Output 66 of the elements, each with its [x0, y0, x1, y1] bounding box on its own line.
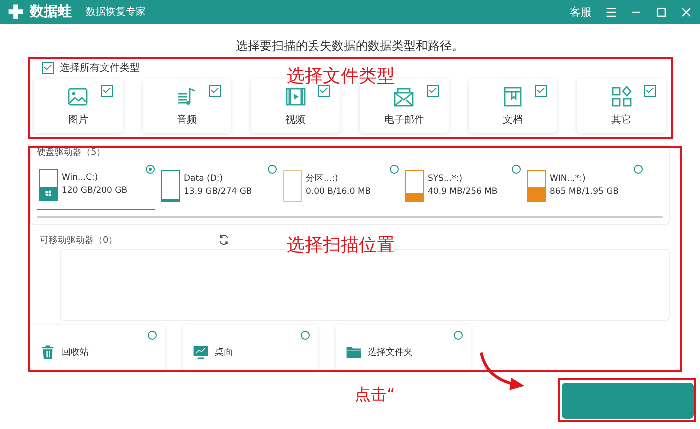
drive-usage: 40.9 MB/256 MB [428, 186, 498, 198]
drive-item[interactable]: Win...C:) 120 GB/200 GB [37, 163, 155, 210]
location-label: 桌面 [215, 346, 233, 358]
file-type-card[interactable]: 文档 [468, 79, 558, 133]
section-title: 硬盘驱动器（5） [37, 147, 107, 159]
location-label: 回收站 [62, 346, 89, 358]
cross-logo-icon [8, 4, 24, 20]
drive-name: Win...C:) [62, 172, 100, 185]
radio-button[interactable] [146, 165, 155, 174]
checkbox[interactable] [426, 85, 439, 97]
app-subtitle: 数据恢复专家 [86, 6, 146, 19]
drive-usage: 13.9 GB/274 GB [184, 186, 252, 198]
radio-button[interactable] [454, 331, 463, 340]
drive-name: SYS...*:) [428, 172, 464, 186]
file-type-label: 文档 [502, 114, 523, 127]
location-card[interactable]: 选择文件夹 [336, 325, 471, 371]
checkbox[interactable] [209, 85, 222, 97]
file-type-card[interactable]: 音频 [142, 79, 232, 133]
annotation-text: 选择文件类型 [287, 65, 395, 88]
radio-button[interactable] [634, 165, 643, 174]
radio-button[interactable] [512, 165, 521, 174]
file-type-label: 视频 [286, 114, 306, 127]
file-type-label: 音频 [176, 114, 197, 127]
folder-icon [346, 344, 362, 360]
trash-icon [40, 344, 56, 360]
drive-item[interactable]: SYS...*:) 40.9 MB/256 MB [403, 163, 521, 210]
file-type-card[interactable]: 其它 [577, 79, 666, 133]
close-icon[interactable] [681, 6, 692, 18]
drive-name: 分区...:) [306, 172, 340, 186]
scrollbar[interactable] [37, 216, 663, 218]
menu-icon[interactable] [606, 6, 617, 18]
section-title: 可移动驱动器（0） [40, 234, 118, 246]
drive-usage: 0.00 B/16.0 MB [306, 186, 372, 198]
file-type-label: 图片 [68, 114, 88, 127]
checkbox[interactable] [535, 85, 548, 97]
checkbox[interactable] [318, 85, 330, 97]
shapes-icon [610, 85, 634, 109]
radio-button[interactable] [390, 165, 399, 174]
app-name: 数据蛙 [30, 3, 72, 21]
drive-item[interactable]: WIN...*:) 865 MB/1.95 GB [525, 163, 643, 210]
checkbox[interactable] [42, 62, 54, 74]
annotation-text: 点击“ [355, 385, 396, 406]
drive-name: WIN...*:) [550, 172, 587, 186]
maximize-icon[interactable] [656, 6, 667, 18]
location-card[interactable]: 桌面 [183, 325, 318, 371]
annotation-text: 选择扫描位置 [287, 234, 395, 257]
refresh-icon[interactable] [218, 234, 230, 246]
drive-name: Data (D:) [184, 172, 224, 186]
monitor-icon [193, 344, 209, 360]
radio-button[interactable] [268, 165, 277, 174]
file-type-label: 电子邮件 [384, 114, 424, 127]
instruction-text: 选择要扫描的丢失数据的数据类型和路径。 [235, 38, 465, 55]
file-type-card[interactable]: 图片 [34, 79, 123, 133]
radio-button[interactable] [148, 331, 157, 340]
checkbox[interactable] [100, 85, 113, 97]
drive-item[interactable]: 分区...:) 0.00 B/16.0 MB [281, 163, 399, 210]
drive-usage: 865 MB/1.95 GB [550, 186, 620, 198]
file-type-label: 其它 [612, 114, 632, 127]
drive-item[interactable]: Data (D:) 13.9 GB/274 GB [159, 163, 277, 210]
radio-button[interactable] [301, 331, 310, 340]
select-all-label: 选择所有文件类型 [60, 62, 140, 75]
location-card[interactable]: 回收站 [30, 325, 165, 371]
checkbox[interactable] [644, 85, 656, 97]
drive-usage: 120 GB/200 GB [62, 185, 128, 198]
support-link[interactable]: 客服 [570, 4, 592, 20]
location-label: 选择文件夹 [368, 346, 413, 358]
